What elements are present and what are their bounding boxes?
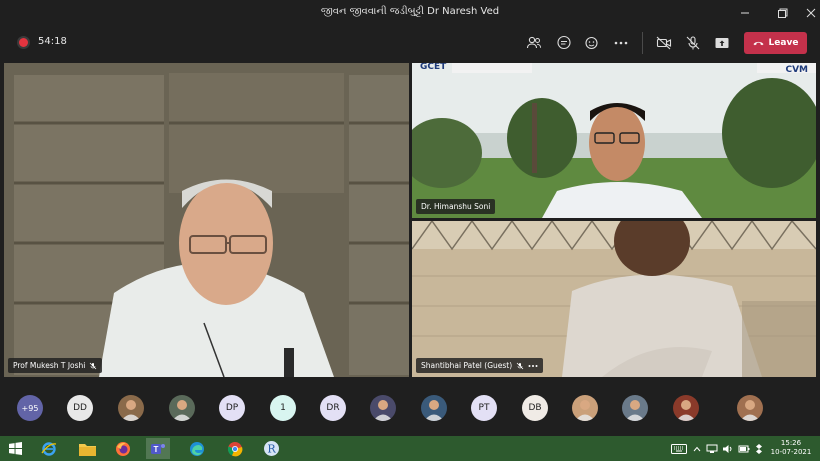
participant-avatar-initials[interactable]: DR [320, 395, 346, 421]
video-tile-1[interactable]: Prof Mukesh T Joshi [4, 63, 409, 377]
title-bar: જીવન જીવવાની જડીબુટ્ટી Dr Naresh Ved [0, 0, 820, 26]
maximize-button[interactable] [768, 0, 798, 26]
participant-name: Dr. Himanshu Soni [421, 202, 491, 211]
overflow-count-badge[interactable]: +95 [17, 395, 43, 421]
participant-avatar-initials[interactable]: DB [522, 395, 548, 421]
video-tile-2[interactable]: GCET CVM Dr. Himanshu Soni [412, 63, 816, 218]
recording-indicator-icon [19, 38, 28, 47]
participant-name-tag: Shantibhai Patel (Guest) [416, 358, 544, 373]
camera-off-icon[interactable] [655, 34, 673, 52]
video-tile-3[interactable]: Shantibhai Patel (Guest) [412, 221, 816, 377]
participant-name: Prof Mukesh T Joshi [13, 361, 86, 370]
share-screen-icon[interactable] [713, 34, 731, 52]
svg-text:R: R [267, 443, 276, 456]
leave-button[interactable]: Leave [744, 32, 807, 54]
participant-avatar-photo[interactable] [370, 395, 396, 421]
cvm-logo-text: CVM [785, 65, 808, 75]
firefox-icon[interactable] [112, 438, 134, 459]
more-options-icon[interactable] [612, 34, 630, 52]
participant-name-tag: Dr. Himanshu Soni [416, 199, 496, 214]
meeting-timer: 54:18 [38, 36, 67, 47]
mic-muted-icon [90, 362, 97, 369]
windows-start-icon[interactable] [4, 438, 26, 459]
chevron-up-icon[interactable] [690, 438, 704, 459]
participant-avatar-photo[interactable] [169, 395, 195, 421]
participant-avatar-initials[interactable]: DP [219, 395, 245, 421]
reactions-icon[interactable] [583, 34, 601, 52]
participant-video-2 [412, 63, 816, 218]
minimize-button[interactable] [730, 0, 760, 26]
participant-video-1 [4, 63, 409, 377]
windows-taskbar: T R 15:26 10-07-2021 [0, 436, 820, 461]
participant-avatar-initials[interactable]: DD [67, 395, 93, 421]
clock-time: 15:26 [780, 439, 802, 447]
teams-icon[interactable]: T [146, 438, 170, 459]
network-icon[interactable] [705, 438, 719, 459]
participant-avatar-photo[interactable] [572, 395, 598, 421]
gcet-logo-text: GCET [420, 63, 447, 72]
participant-avatar-photo[interactable] [622, 395, 648, 421]
r-app-icon[interactable]: R [260, 438, 282, 459]
dropbox-icon[interactable] [752, 438, 766, 459]
more-icon[interactable] [528, 364, 538, 368]
system-clock[interactable]: 15:26 10-07-2021 [768, 439, 814, 457]
participant-avatar-initials[interactable]: PT [471, 395, 497, 421]
participant-name: Shantibhai Patel (Guest) [421, 361, 513, 370]
chat-icon[interactable] [555, 34, 573, 52]
participant-strip: +95 DD DP 1 DR PT DB [0, 378, 820, 436]
battery-icon[interactable] [737, 438, 751, 459]
speaker-icon[interactable] [721, 438, 735, 459]
svg-text:T: T [154, 445, 159, 454]
file-explorer-icon[interactable] [76, 438, 98, 459]
participants-icon[interactable] [525, 34, 543, 52]
participant-avatar-photo[interactable] [421, 395, 447, 421]
chrome-icon[interactable] [224, 438, 246, 459]
participant-video-3 [412, 221, 816, 377]
keyboard-icon[interactable] [668, 438, 690, 459]
mic-muted-icon [516, 362, 524, 369]
toolbar-divider [642, 32, 643, 54]
participant-name-tag: Prof Mukesh T Joshi [8, 358, 103, 373]
internet-explorer-icon[interactable] [38, 438, 60, 459]
edge-icon[interactable] [186, 438, 208, 459]
close-window-button[interactable] [796, 0, 820, 26]
clock-date: 10-07-2021 [770, 448, 812, 456]
participant-avatar-photo[interactable] [118, 395, 144, 421]
participant-avatar-initials[interactable]: 1 [270, 395, 296, 421]
window-title: જીવન જીવવાની જડીબુટ્ટી Dr Naresh Ved [320, 6, 500, 17]
participant-avatar-photo[interactable] [737, 395, 763, 421]
meeting-toolbar: 54:18 Leave [0, 26, 820, 60]
phone-hangup-icon [753, 41, 764, 46]
participant-avatar-photo[interactable] [673, 395, 699, 421]
mic-off-icon[interactable] [684, 34, 702, 52]
leave-label: Leave [768, 38, 799, 48]
